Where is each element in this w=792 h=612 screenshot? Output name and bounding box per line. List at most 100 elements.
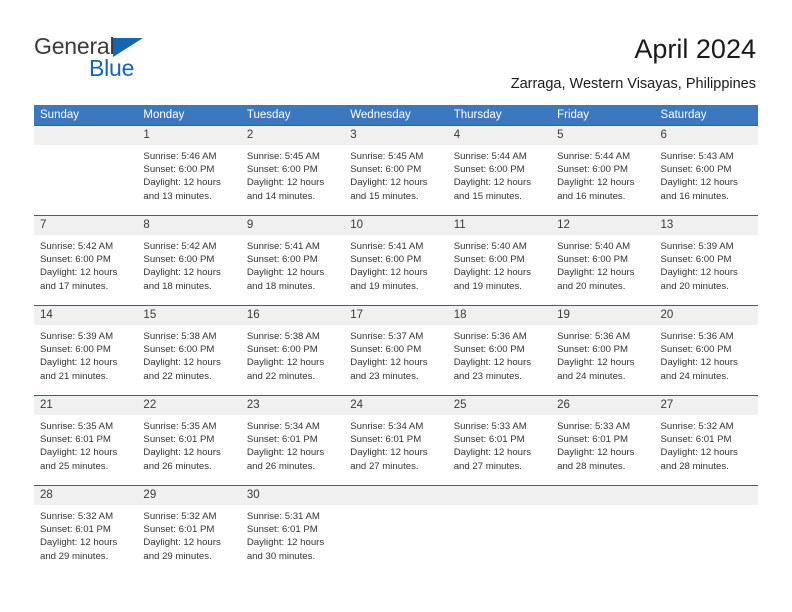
daylight-text-line2: and 27 minutes. <box>453 460 522 472</box>
day-number[interactable]: 25 <box>448 396 551 415</box>
day-number[interactable] <box>34 126 137 145</box>
sunrise-text: Sunrise: 5:43 AM <box>660 151 734 162</box>
day-number[interactable]: 21 <box>34 396 137 415</box>
sunrise-text: Sunrise: 5:36 AM <box>660 331 734 342</box>
day-number[interactable]: 14 <box>34 306 137 325</box>
day-number[interactable]: 1 <box>137 126 240 145</box>
day-number[interactable] <box>448 486 551 505</box>
day-number[interactable]: 16 <box>241 306 344 325</box>
day-number[interactable]: 17 <box>344 306 447 325</box>
week-detail-band: Sunrise: 5:35 AM Sunset: 6:01 PM Dayligh… <box>34 415 758 485</box>
day-number[interactable]: 30 <box>241 486 344 505</box>
day-number[interactable] <box>551 486 654 505</box>
day-number[interactable]: 20 <box>655 306 758 325</box>
day-cell: Sunrise: 5:32 AM Sunset: 6:01 PM Dayligh… <box>655 415 758 485</box>
day-number[interactable]: 26 <box>551 396 654 415</box>
day-number[interactable]: 27 <box>655 396 758 415</box>
week-day-number-band: 7 8 9 10 11 12 13 <box>34 216 758 235</box>
daylight-text-line2: and 29 minutes. <box>143 550 212 562</box>
daylight-text-line1: Daylight: 12 hours <box>40 447 118 459</box>
day-number[interactable]: 5 <box>551 126 654 145</box>
day-number[interactable]: 7 <box>34 216 137 235</box>
day-number[interactable]: 19 <box>551 306 654 325</box>
sunset-text: Sunset: 6:00 PM <box>246 254 318 266</box>
week-detail-band: Sunrise: 5:39 AM Sunset: 6:00 PM Dayligh… <box>34 325 758 395</box>
day-number[interactable]: 6 <box>655 126 758 145</box>
daylight-text-line1: Daylight: 12 hours <box>350 177 428 189</box>
sunset-text: Sunset: 6:01 PM <box>350 434 422 446</box>
sunrise-text: Sunrise: 5:39 AM <box>40 331 114 342</box>
day-number[interactable]: 18 <box>448 306 551 325</box>
sunset-text: Sunset: 6:00 PM <box>350 344 422 356</box>
day-cell <box>34 145 137 215</box>
sunset-text: Sunset: 6:00 PM <box>453 254 525 266</box>
day-cell: Sunrise: 5:41 AM Sunset: 6:00 PM Dayligh… <box>241 235 344 305</box>
calendar-grid: Sunday Monday Tuesday Wednesday Thursday… <box>34 105 758 575</box>
day-cell: Sunrise: 5:34 AM Sunset: 6:01 PM Dayligh… <box>344 415 447 485</box>
week-day-number-band: 14 15 16 17 18 19 20 <box>34 306 758 325</box>
day-cell: Sunrise: 5:33 AM Sunset: 6:01 PM Dayligh… <box>448 415 551 485</box>
sunrise-text: Sunrise: 5:39 AM <box>660 241 734 252</box>
general-blue-logo[interactable]: General Blue <box>34 33 214 81</box>
sunrise-text: Sunrise: 5:44 AM <box>453 151 527 162</box>
sunrise-text: Sunrise: 5:40 AM <box>453 241 527 252</box>
daylight-text-line2: and 16 minutes. <box>660 190 729 202</box>
day-number[interactable] <box>344 486 447 505</box>
daylight-text-line2: and 28 minutes. <box>660 460 729 472</box>
daylight-text-line1: Daylight: 12 hours <box>660 447 738 459</box>
day-of-week-header-row: Sunday Monday Tuesday Wednesday Thursday… <box>34 105 758 125</box>
sunset-text: Sunset: 6:00 PM <box>557 254 629 266</box>
daylight-text-line2: and 13 minutes. <box>143 190 212 202</box>
daylight-text-line2: and 16 minutes. <box>557 190 626 202</box>
day-number[interactable]: 13 <box>655 216 758 235</box>
sunset-text: Sunset: 6:00 PM <box>350 164 422 176</box>
sunrise-text: Sunrise: 5:37 AM <box>350 331 424 342</box>
calendar-week-row: 7 8 9 10 11 12 13 Sunrise: 5:42 AM Sunse… <box>34 215 758 305</box>
day-number[interactable]: 24 <box>344 396 447 415</box>
sunset-text: Sunset: 6:00 PM <box>246 344 318 356</box>
dow-thursday: Thursday <box>453 109 502 121</box>
daylight-text-line2: and 22 minutes. <box>246 370 316 382</box>
day-number[interactable] <box>655 486 758 505</box>
day-number[interactable]: 2 <box>241 126 344 145</box>
sunrise-text: Sunrise: 5:35 AM <box>143 421 217 432</box>
daylight-text-line1: Daylight: 12 hours <box>557 267 635 279</box>
sunrise-text: Sunrise: 5:45 AM <box>246 151 320 162</box>
daylight-text-line1: Daylight: 12 hours <box>143 447 221 459</box>
day-number[interactable]: 11 <box>448 216 551 235</box>
daylight-text-line2: and 19 minutes. <box>453 280 522 292</box>
day-cell: Sunrise: 5:38 AM Sunset: 6:00 PM Dayligh… <box>241 325 344 395</box>
daylight-text-line1: Daylight: 12 hours <box>246 177 325 189</box>
dow-friday: Friday <box>557 109 590 121</box>
day-number[interactable]: 8 <box>137 216 240 235</box>
day-number[interactable]: 15 <box>137 306 240 325</box>
sunset-text: Sunset: 6:01 PM <box>660 434 732 446</box>
daylight-text-line2: and 26 minutes. <box>246 460 316 472</box>
daylight-text-line1: Daylight: 12 hours <box>350 267 428 279</box>
day-number[interactable]: 10 <box>344 216 447 235</box>
day-number[interactable]: 12 <box>551 216 654 235</box>
day-number[interactable]: 22 <box>137 396 240 415</box>
day-cell: Sunrise: 5:46 AM Sunset: 6:00 PM Dayligh… <box>137 145 240 215</box>
sunset-text: Sunset: 6:00 PM <box>660 164 732 176</box>
day-number[interactable]: 29 <box>137 486 240 505</box>
day-number[interactable]: 3 <box>344 126 447 145</box>
daylight-text-line2: and 18 minutes. <box>246 280 316 292</box>
day-cell: Sunrise: 5:36 AM Sunset: 6:00 PM Dayligh… <box>448 325 551 395</box>
day-number[interactable]: 4 <box>448 126 551 145</box>
day-cell: Sunrise: 5:37 AM Sunset: 6:00 PM Dayligh… <box>344 325 447 395</box>
day-number[interactable]: 28 <box>34 486 137 505</box>
sunrise-text: Sunrise: 5:44 AM <box>557 151 631 162</box>
daylight-text-line1: Daylight: 12 hours <box>453 357 532 369</box>
day-number[interactable]: 23 <box>241 396 344 415</box>
daylight-text-line1: Daylight: 12 hours <box>246 447 325 459</box>
daylight-text-line1: Daylight: 12 hours <box>660 177 738 189</box>
sunrise-text: Sunrise: 5:41 AM <box>350 241 424 252</box>
day-number[interactable]: 9 <box>241 216 344 235</box>
sunset-text: Sunset: 6:00 PM <box>246 164 318 176</box>
sunset-text: Sunset: 6:00 PM <box>350 254 422 266</box>
daylight-text-line1: Daylight: 12 hours <box>453 177 532 189</box>
sunrise-text: Sunrise: 5:36 AM <box>453 331 527 342</box>
daylight-text-line1: Daylight: 12 hours <box>143 267 221 279</box>
sunset-text: Sunset: 6:00 PM <box>143 344 215 356</box>
